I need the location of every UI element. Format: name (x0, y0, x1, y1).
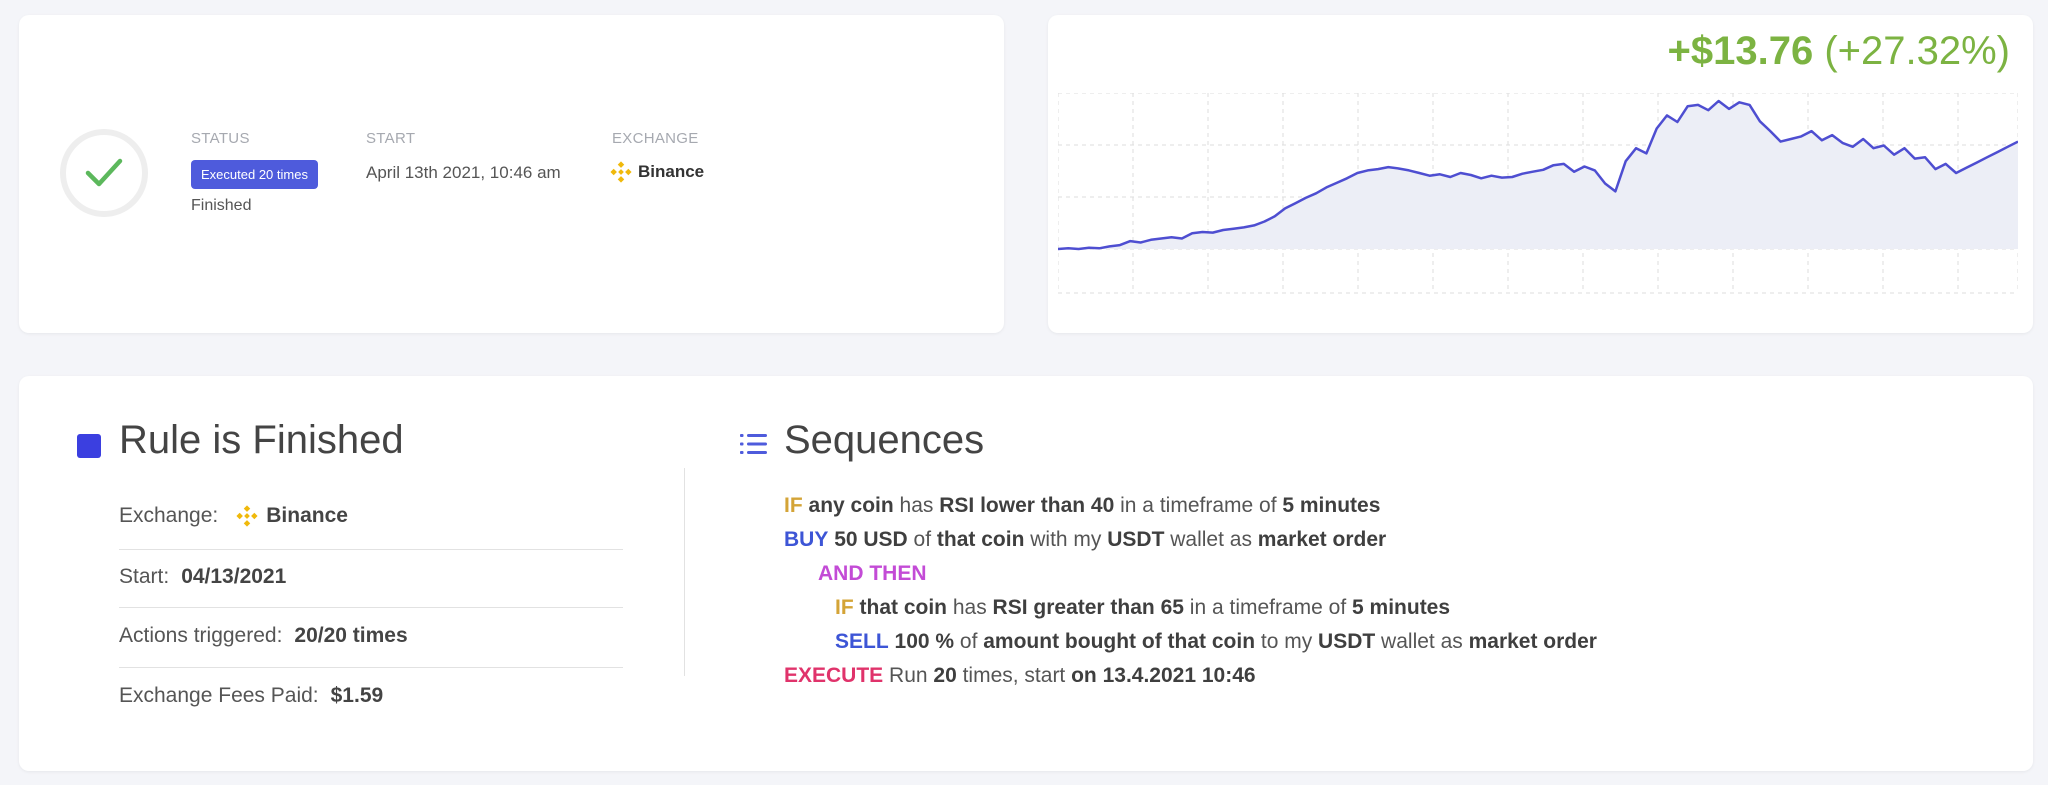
seq-text: has (893, 494, 940, 517)
sequences-title: Sequences (784, 418, 985, 462)
profit-display: +$13.76 (+27.32%) (1668, 29, 2011, 74)
seq-text: any coin (808, 494, 894, 517)
sequence-line-execute: EXECUTE Run 20 times, start on 13.4.2021… (784, 664, 1256, 688)
keyword-and-then: AND THEN (818, 562, 927, 585)
start-value: April 13th 2021, 10:46 am (366, 163, 561, 182)
status-text: Finished (191, 197, 252, 214)
keyword-execute: EXECUTE (784, 664, 884, 687)
column-divider (684, 468, 685, 676)
seq-text: that coin (859, 596, 948, 619)
status-ring (60, 129, 148, 217)
seq-text: on 13.4.2021 10:46 (1071, 664, 1256, 687)
rule-fees-value: $1.59 (330, 684, 384, 707)
seq-text: 20 (933, 664, 957, 687)
keyword-sell: SELL (835, 630, 889, 653)
seq-text: market order (1468, 630, 1597, 653)
status-label: STATUS (191, 130, 250, 147)
rule-title: Rule is Finished (119, 418, 404, 462)
binance-icon (236, 505, 258, 527)
exchange-value: Binance (610, 161, 704, 183)
seq-text: USDT (1318, 630, 1376, 653)
rule-start-row: Start: 04/13/2021 (119, 565, 623, 589)
sequence-line-sell: SELL 100 % of amount bought of that coin… (835, 630, 1597, 654)
exchange-label: EXCHANGE (612, 130, 699, 147)
profit-percent: (+27.32%) (1824, 29, 2010, 73)
rule-actions-label: Actions triggered: (119, 624, 283, 647)
rule-exchange-label: Exchange: (119, 504, 219, 527)
sequence-line-and-then: AND THEN (818, 562, 927, 586)
rule-card: Rule is Finished Exchange: Binance Start… (19, 376, 2033, 771)
seq-text: that coin (936, 528, 1025, 551)
exchange-name: Binance (638, 162, 705, 181)
seq-text: with my (1024, 528, 1108, 551)
profit-absolute: +$13.76 (1667, 29, 1814, 73)
seq-text: Run (883, 664, 934, 687)
rule-actions-row: Actions triggered: 20/20 times (119, 624, 623, 648)
divider (119, 607, 623, 608)
performance-card: +$13.76 (+27.32%) (1048, 15, 2033, 333)
sequence-line-if: IF any coin has RSI lower than 40 in a t… (784, 494, 1380, 518)
check-icon (85, 158, 123, 187)
divider (119, 667, 623, 668)
seq-text: 5 minutes (1282, 494, 1381, 517)
keyword-buy: BUY (784, 528, 829, 551)
status-card: STATUS Executed 20 times Finished START … (19, 15, 1004, 333)
keyword-if: IF (784, 494, 803, 517)
seq-text: of (954, 630, 984, 653)
seq-text: times, start (956, 664, 1072, 687)
start-label: START (366, 130, 416, 147)
seq-text: RSI greater than 65 (992, 596, 1184, 619)
divider (119, 549, 623, 550)
seq-text: 5 minutes (1352, 596, 1451, 619)
sequence-line-if-nested: IF that coin has RSI greater than 65 in … (835, 596, 1450, 620)
chart-area (1058, 101, 2018, 249)
seq-text: wallet as (1164, 528, 1258, 551)
seq-text: in a timeframe of (1114, 494, 1283, 517)
seq-text: wallet as (1375, 630, 1469, 653)
rule-exchange-value: Binance (266, 504, 348, 527)
seq-text: 100 % (894, 630, 955, 653)
seq-text: market order (1257, 528, 1387, 551)
seq-text: of (907, 528, 937, 551)
rule-start-value: 04/13/2021 (181, 565, 287, 588)
sequence-line-buy: BUY 50 USD of that coin with my USDT wal… (784, 528, 1386, 552)
seq-text: amount bought of that coin (983, 630, 1256, 653)
seq-text: has (947, 596, 993, 619)
binance-icon (610, 161, 632, 183)
seq-text: USDT (1107, 528, 1165, 551)
status-badge: Executed 20 times (191, 160, 318, 189)
profit-chart (1058, 93, 2018, 294)
seq-text: in a timeframe of (1183, 596, 1353, 619)
list-icon (740, 434, 767, 454)
rule-exchange-row: Exchange: Binance (119, 504, 623, 528)
seq-text: 50 USD (834, 528, 908, 551)
rule-actions-value: 20/20 times (294, 624, 408, 647)
rule-start-label: Start: (119, 565, 170, 588)
rule-fees-row: Exchange Fees Paid: $1.59 (119, 684, 623, 708)
rule-status-square (77, 434, 101, 458)
seq-text: RSI lower than 40 (939, 494, 1115, 517)
seq-text: to my (1255, 630, 1319, 653)
keyword-if: IF (835, 596, 854, 619)
rule-fees-label: Exchange Fees Paid: (119, 684, 319, 707)
